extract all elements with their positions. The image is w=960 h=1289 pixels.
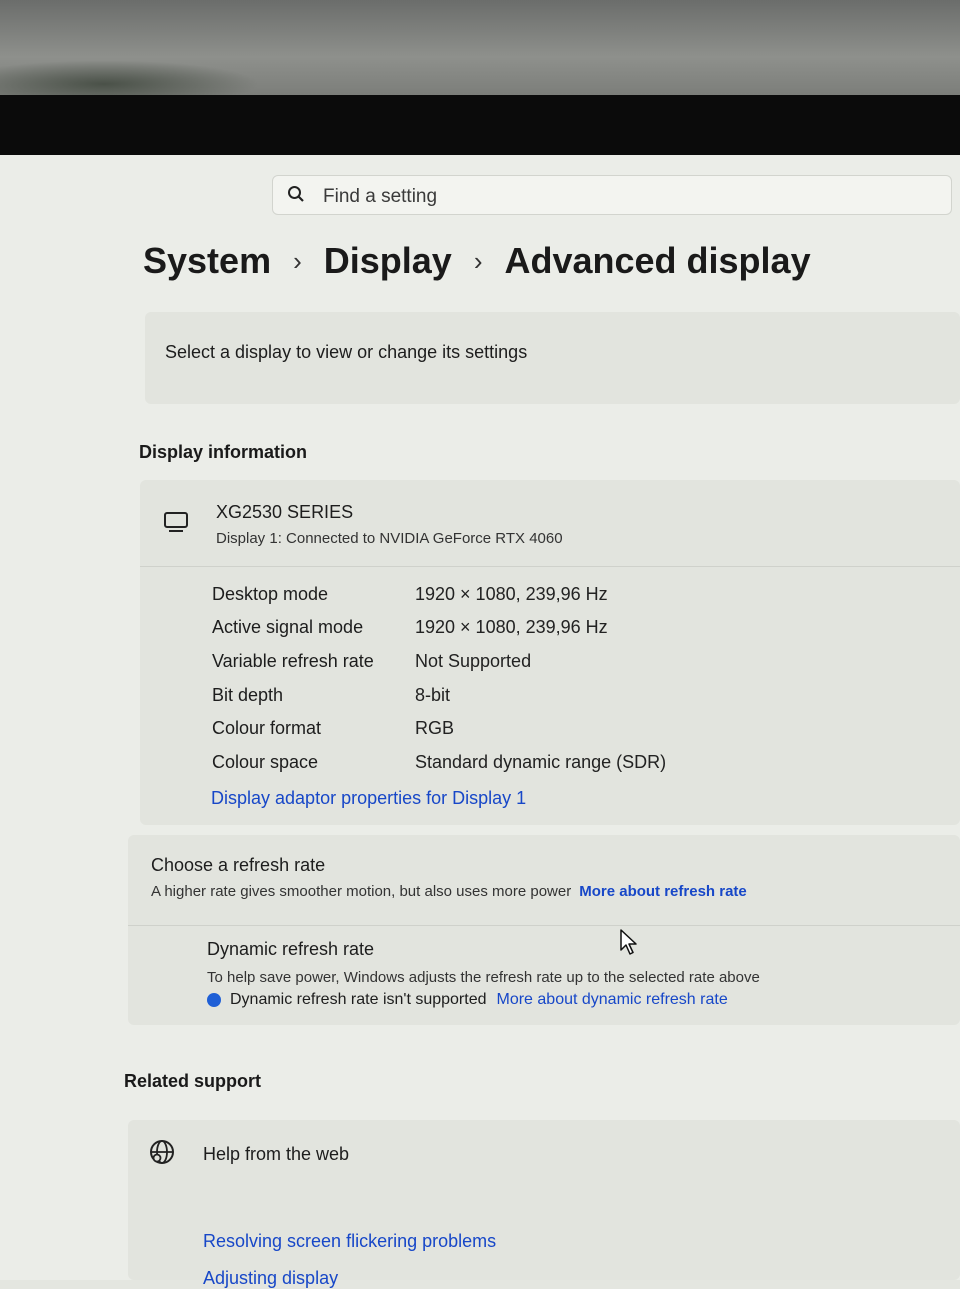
globe-icon (150, 1140, 174, 1164)
info-row: Bit depth 8-bit (212, 685, 932, 715)
info-row: Colour format RGB (212, 718, 932, 748)
page-title: Advanced display (504, 240, 811, 281)
adjusting-display-link[interactable]: Adjusting display (203, 1268, 338, 1289)
monitor-name: XG2530 SERIES (216, 502, 354, 522)
search-icon (288, 186, 304, 202)
section-title-related-support: Related support (124, 1071, 262, 1091)
monitor-connection: Display 1: Connected to NVIDIA GeForce R… (216, 530, 563, 547)
chevron-right-icon: › (473, 245, 483, 276)
info-row: Desktop mode 1920 × 1080, 239,96 Hz (212, 584, 932, 614)
section-title-display-information: Display information (139, 442, 308, 462)
breadcrumb: System › Display › Advanced display (143, 236, 811, 286)
info-value: RGB (415, 718, 455, 738)
help-from-the-web[interactable]: Help from the web (203, 1144, 349, 1165)
monitor-icon (164, 512, 188, 532)
info-label: Colour space (212, 752, 319, 772)
search-box[interactable] (272, 175, 952, 215)
info-value: 1920 × 1080, 239,96 Hz (415, 584, 608, 604)
info-label: Colour format (212, 718, 322, 738)
monitor-bezel (0, 95, 960, 163)
breadcrumb-display[interactable]: Display (324, 240, 452, 282)
dynamic-refresh-unsupported-text: Dynamic refresh rate isn't supported (230, 991, 487, 1008)
mouse-cursor-icon (620, 929, 637, 955)
divider (128, 925, 960, 926)
info-value: 1920 × 1080, 239,96 Hz (415, 617, 608, 637)
info-value: Not Supported (415, 651, 532, 671)
dynamic-refresh-rate-note: Dynamic refresh rate isn't supported Mor… (207, 991, 728, 1009)
screen-flickering-link[interactable]: Resolving screen flickering problems (203, 1231, 496, 1252)
info-icon (207, 993, 221, 1007)
info-row: Variable refresh rate Not Supported (212, 651, 932, 681)
info-value: 8-bit (415, 685, 451, 705)
info-value: Standard dynamic range (SDR) (415, 752, 667, 772)
divider (140, 566, 960, 567)
display-adaptor-properties-link[interactable]: Display adaptor properties for Display 1 (211, 788, 526, 809)
select-display-card[interactable]: Select a display to view or change its s… (145, 312, 960, 404)
select-display-label: Select a display to view or change its s… (165, 342, 528, 362)
info-row: Colour space Standard dynamic range (SDR… (212, 752, 932, 782)
background-photo (0, 0, 960, 100)
search-input[interactable] (321, 182, 925, 212)
info-label: Desktop mode (212, 584, 329, 604)
more-about-refresh-rate-link[interactable]: More about refresh rate (579, 883, 747, 900)
refresh-rate-subtitle: A higher rate gives smoother motion, but… (151, 883, 572, 900)
dynamic-refresh-rate-title: Dynamic refresh rate (207, 939, 375, 959)
refresh-rate-description: A higher rate gives smoother motion, but… (151, 883, 747, 900)
dynamic-refresh-rate-description: To help save power, Windows adjusts the … (207, 969, 760, 986)
breadcrumb-system[interactable]: System (143, 240, 271, 282)
info-label: Bit depth (212, 685, 284, 705)
refresh-rate-title: Choose a refresh rate (151, 855, 326, 875)
more-about-dynamic-refresh-rate-link[interactable]: More about dynamic refresh rate (497, 991, 728, 1009)
info-label: Active signal mode (212, 617, 364, 637)
info-row: Active signal mode 1920 × 1080, 239,96 H… (212, 617, 932, 647)
info-label: Variable refresh rate (212, 651, 374, 671)
chevron-right-icon: › (293, 245, 302, 276)
